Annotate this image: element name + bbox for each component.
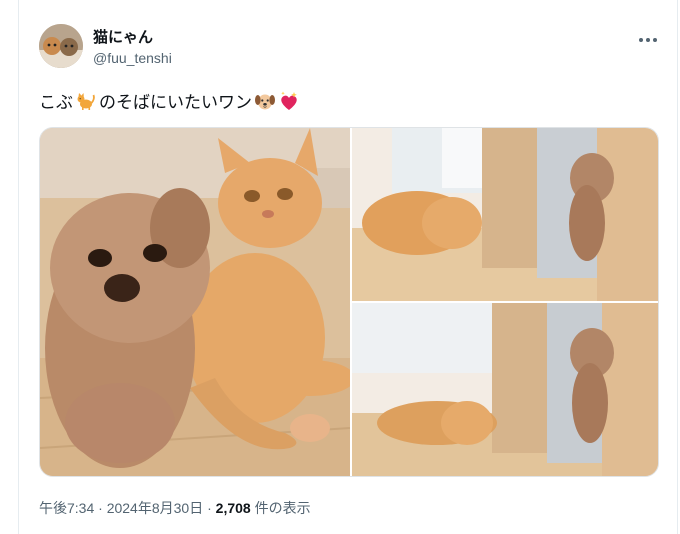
photo-cat-lying-dog-behind-door[interactable] <box>352 303 658 476</box>
author-handle[interactable]: @fuu_tenshi <box>93 50 172 66</box>
photo-cat-hallway-dog-behind-door[interactable] <box>352 128 658 301</box>
meta-separator: · <box>98 500 103 516</box>
dog-face-emoji <box>254 90 276 112</box>
tweet-timestamp[interactable]: 午後7:34 <box>39 500 94 516</box>
tweet-header: 猫にゃん @fuu_tenshi <box>39 24 659 70</box>
more-dot <box>653 38 657 42</box>
media-grid <box>39 127 659 477</box>
sparkling-heart-emoji <box>278 90 300 112</box>
photo-dog-and-cat-closeup[interactable] <box>40 128 350 476</box>
cat-emoji <box>75 90 97 112</box>
tweet-text: こぶ のそばにいたいワン <box>39 88 300 113</box>
tweet-date[interactable]: 2024年8月30日 <box>107 500 204 516</box>
more-options-icon[interactable] <box>637 32 659 48</box>
tweet-card: 猫にゃん @fuu_tenshi こぶ のそばにいたいワン 午後7:34 · 2… <box>18 0 678 534</box>
author-display-name[interactable]: 猫にゃん <box>93 26 153 47</box>
views-label: 件の表示 <box>254 500 311 516</box>
avatar[interactable] <box>39 24 83 68</box>
tweet-meta: 午後7:34 · 2024年8月30日 · 2,708 件の表示 <box>39 498 311 518</box>
tweet-text-part: こぶ <box>39 93 73 112</box>
more-dot <box>646 38 650 42</box>
views-count: 2,708 <box>215 500 251 516</box>
meta-separator: · <box>207 500 212 516</box>
more-dot <box>639 38 643 42</box>
tweet-text-part: のそばにいたいワン <box>99 93 252 112</box>
